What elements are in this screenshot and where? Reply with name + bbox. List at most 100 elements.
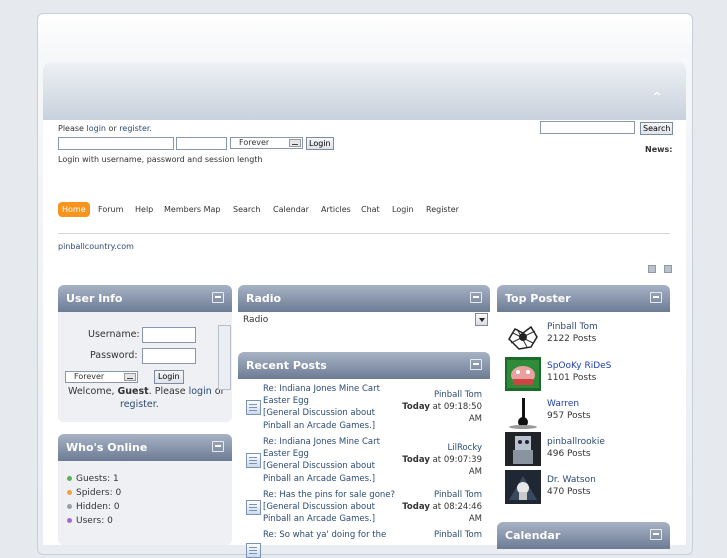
login-prompt-end: . [149,124,152,133]
register-link[interactable]: register [119,124,149,133]
whos-online-panel: Who's Online Guests: 1 Spiders: 0 Hidden… [58,434,232,545]
menu-search[interactable]: Search [233,202,260,217]
top-poster-title-text: Top Poster [505,292,571,305]
scrollbar[interactable] [218,325,231,390]
post-board[interactable]: [General Discussion about [263,461,375,471]
post-board[interactable]: [General Discussion about [263,502,375,512]
collapse-icon[interactable] [650,292,662,303]
post-meta: Pinball Tom Today at 09:18:50 AM [402,389,482,426]
post-board-cont[interactable]: Pinball an Arcade Games.] [263,514,375,524]
menu-home[interactable]: Home [58,202,90,217]
collapse-left-icon[interactable] [648,265,656,273]
collapse-icon[interactable] [470,359,482,370]
post-board-cont[interactable]: Pinball an Arcade Games.] [263,474,375,484]
post-board[interactable]: [General Discussion about [263,408,375,418]
upshrink-icon[interactable]: ⌃ [651,90,663,106]
post-author[interactable]: Pinball Tom [434,530,482,540]
post-subject[interactable]: Re: So what ya' doing for the [263,530,386,540]
collapse-icon[interactable] [650,529,662,540]
search-input[interactable] [540,121,635,134]
username-input[interactable] [142,327,196,343]
post-time: at 08:24:46 [429,502,482,513]
collapse-icon[interactable] [212,292,224,303]
menu-articles[interactable]: Articles [321,202,351,217]
post-day: Today [402,402,430,413]
avatar[interactable] [505,357,541,391]
login-prompt-or: or [106,124,120,133]
post-title[interactable]: Re: Indiana Jones Mine Cart Easter Egg [… [263,436,380,485]
menu-login[interactable]: Login [392,202,414,217]
recent-posts-title: Recent Posts [238,352,490,379]
menu-register[interactable]: Register [426,202,459,217]
post-meta: Pinball Tom Today at 08:24:46 AM [402,489,482,526]
session-value: Forever [74,372,105,381]
menu-help[interactable]: Help [135,202,153,217]
top-poster-name[interactable]: Warren [547,399,579,409]
post-time: at 09:18:50 [429,402,482,413]
post-ampm: AM [468,514,482,525]
avatar[interactable] [505,396,541,430]
top-poster-count: 1101 Posts [547,373,597,383]
whos-online-body: Guests: 1 Spiders: 0 Hidden: 0 Users: 0 [58,461,232,545]
collapse-icon[interactable] [212,441,224,452]
header-login-button[interactable]: Login [306,137,334,150]
menu-calendar[interactable]: Calendar [273,202,309,217]
top-poster-body: Pinball Tom 2122 Posts SpOoKy RiDeS 1101… [497,312,670,513]
register-link[interactable]: register [120,399,156,410]
spider-dot-icon [67,490,72,495]
post-subject[interactable]: Re: Indiana Jones Mine Cart [263,437,380,447]
menu-members-map[interactable]: Members Map [164,202,221,217]
avatar[interactable] [505,470,541,504]
collapse-icon[interactable] [470,292,482,303]
header-username-input[interactable] [58,137,174,150]
welcome-register: register. [120,399,159,410]
post-time: at 09:07:39 [429,455,482,466]
calendar-title-text: Calendar [505,529,561,542]
post-author[interactable]: LilRocky [447,443,482,453]
guest-dot-icon [67,476,72,481]
session-select[interactable]: Forever [65,371,138,383]
post-title[interactable]: Re: Has the pins for sale gone? [General… [263,489,395,526]
radio-dropdown[interactable] [475,313,488,326]
collapse-right-icon[interactable] [664,265,672,273]
post-subject-cont[interactable]: Easter Egg [263,396,309,406]
post-title[interactable]: Re: So what ya' doing for the [263,529,386,541]
radio-title-text: Radio [246,292,282,305]
post-day: Today [402,455,430,466]
post-subject[interactable]: Re: Has the pins for sale gone? [263,490,395,500]
stat-users: Users: 0 [67,516,113,526]
post-board-cont[interactable]: Pinball an Arcade Games.] [263,421,375,431]
menu-forum[interactable]: Forum [98,202,123,217]
menu-chat[interactable]: Chat [361,202,380,217]
post-title[interactable]: Re: Indiana Jones Mine Cart Easter Egg [… [263,383,380,432]
stat-spiders: Spiders: 0 [67,488,121,498]
post-meta: LilRocky Today at 09:07:39 AM [402,442,482,479]
search-button[interactable]: Search [640,122,674,135]
top-poster-name[interactable]: pinballrookie [547,437,605,447]
avatar[interactable] [505,319,541,353]
post-author[interactable]: Pinball Tom [434,390,482,400]
avatar[interactable] [505,432,541,466]
password-input[interactable] [142,348,196,364]
stat-users-label: Users: 0 [76,516,113,526]
login-link[interactable]: login [189,386,212,397]
radio-title: Radio [238,285,490,312]
top-poster-name[interactable]: SpOoKy RiDeS [547,361,611,371]
post-subject[interactable]: Re: Indiana Jones Mine Cart [263,384,380,394]
login-button[interactable]: Login [154,370,184,384]
header-password-input[interactable] [176,137,227,150]
breadcrumb-site[interactable]: pinballcountry.com [58,242,134,251]
top-poster-name[interactable]: Pinball Tom [547,322,598,332]
login-link[interactable]: login [87,124,107,133]
welcome-text: Welcome, Guest. Please login or [68,386,225,397]
post-subject-cont[interactable]: Easter Egg [263,449,309,459]
chevron-down-icon [289,139,301,147]
top-poster-name[interactable]: Dr. Watson [547,475,596,485]
recent-posts-panel: Recent Posts Re: Indiana Jones Mine Cart… [238,352,490,558]
header-session-select[interactable]: Forever [230,137,303,149]
password-label: Password: [90,350,138,361]
user-info-title: User Info [58,285,232,312]
top-poster-count: 957 Posts [547,411,591,421]
header-session-value: Forever [239,138,270,147]
post-author[interactable]: Pinball Tom [434,490,482,500]
